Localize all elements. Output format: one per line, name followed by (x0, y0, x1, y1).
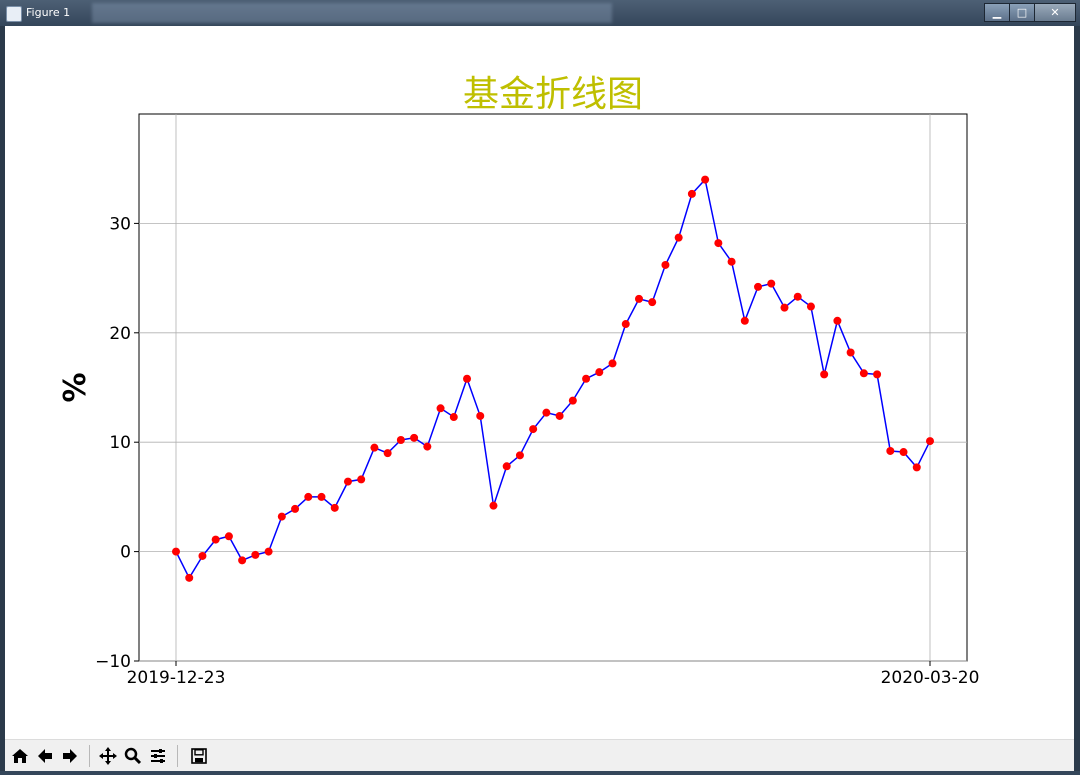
data-point (793, 292, 802, 301)
x-axis-ticks: 2019-12-23 2020-03-20 (127, 661, 980, 688)
data-point (542, 408, 551, 417)
data-point (476, 411, 485, 420)
data-point (886, 446, 895, 455)
data-point (515, 451, 524, 460)
figure-canvas[interactable]: −10 0 10 20 30 2019-12-23 2020-03-20 基金折线图 % (5, 26, 1074, 739)
data-point (701, 175, 710, 184)
data-point (211, 535, 220, 544)
data-point (423, 442, 432, 451)
data-point (899, 448, 908, 457)
y-axis-label: % (58, 372, 93, 402)
data-point (648, 298, 657, 307)
data-point (833, 316, 842, 325)
data-point (436, 404, 445, 413)
data-point (172, 547, 180, 556)
data-point (463, 374, 472, 383)
data-point (820, 370, 829, 379)
zoom-icon[interactable] (122, 744, 144, 768)
data-point (714, 239, 723, 248)
save-icon[interactable] (188, 744, 210, 768)
data-point (238, 556, 247, 565)
data-point (555, 411, 564, 420)
data-point (251, 550, 260, 559)
data-point (357, 475, 366, 484)
data-point (396, 436, 405, 445)
data-point (661, 260, 670, 269)
data-point (224, 532, 233, 541)
navigation-toolbar (5, 739, 1074, 772)
data-point (873, 370, 882, 379)
data-point (264, 547, 273, 556)
data-point (185, 573, 194, 582)
blurred-taskbar-tabs (92, 3, 612, 23)
data-point (859, 369, 868, 378)
data-point (806, 302, 815, 311)
y-tick-label: 30 (109, 214, 131, 234)
toolbar-separator (177, 745, 178, 767)
data-point (634, 294, 643, 303)
data-point (687, 189, 696, 198)
data-point (330, 503, 339, 512)
data-point (780, 303, 789, 312)
data-point (674, 233, 683, 242)
window-titlebar[interactable]: Figure 1 ▁ □ ✕ (0, 0, 1080, 26)
y-axis-ticks: −100102030 (95, 214, 139, 672)
toolbar-separator (89, 745, 90, 767)
data-point (277, 512, 286, 521)
chart-title: 基金折线图 (463, 74, 643, 115)
pan-icon[interactable] (97, 744, 119, 768)
data-point (846, 348, 855, 357)
data-point (912, 463, 921, 472)
data-point (304, 492, 313, 501)
data-point (621, 320, 630, 329)
data-point (740, 316, 749, 325)
chart-svg: −100102030 2019-12-23 2020-03-20 基金折线图 % (58, 74, 980, 688)
y-tick-label: 0 (120, 543, 131, 563)
data-point (370, 443, 379, 452)
data-point (568, 396, 577, 405)
x-tick-label: 2019-12-23 (127, 668, 226, 688)
data-point (502, 462, 511, 471)
data-point (727, 257, 736, 266)
data-point (343, 477, 352, 486)
data-point (529, 425, 538, 434)
data-point (767, 279, 776, 288)
window-bottom-border (0, 771, 1080, 775)
data-point (926, 437, 934, 446)
axes-frame (138, 113, 968, 662)
x-tick-label: 2020-03-20 (881, 668, 980, 688)
data-point (317, 492, 326, 501)
data-point (383, 449, 392, 458)
figure-app-icon (6, 6, 22, 22)
data-point (291, 504, 300, 513)
maximize-button[interactable]: □ (1009, 3, 1035, 22)
data-point (754, 282, 763, 291)
data-point (410, 433, 419, 442)
window-title: Figure 1 (26, 6, 71, 19)
data-point (582, 374, 591, 383)
configure-subplots-icon[interactable] (147, 744, 169, 768)
data-point (198, 551, 207, 560)
data-point (608, 359, 617, 368)
y-tick-label: 20 (109, 324, 131, 344)
data-point (449, 413, 458, 422)
close-button[interactable]: ✕ (1034, 3, 1076, 22)
data-point (489, 501, 498, 510)
forward-arrow-icon[interactable] (59, 744, 81, 768)
data-point (595, 368, 604, 377)
minimize-button[interactable]: ▁ (984, 3, 1010, 22)
back-arrow-icon[interactable] (34, 744, 56, 768)
home-icon[interactable] (9, 744, 31, 768)
y-tick-label: 10 (109, 433, 131, 453)
